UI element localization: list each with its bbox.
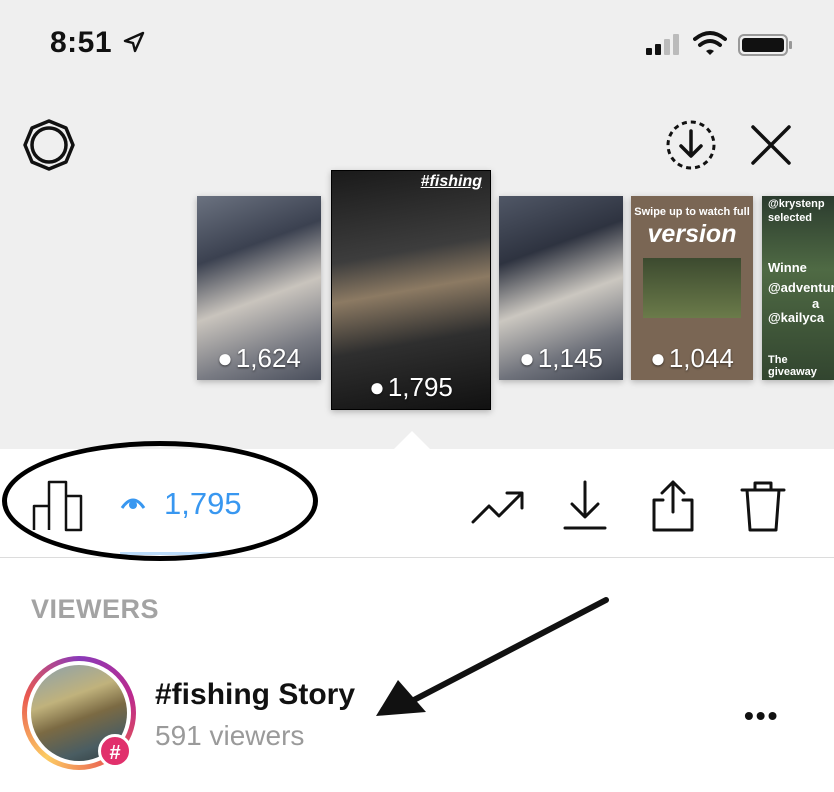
settings-gear-icon[interactable]: [22, 118, 76, 172]
thumbnail-text: a: [812, 296, 820, 311]
thumbnail-views: ● 1,795: [369, 372, 453, 402]
insights-trend-icon[interactable]: [471, 488, 525, 528]
thumbnail-text: Winne: [768, 260, 807, 275]
thumbnail-text: giveaway: [768, 366, 817, 378]
story-title[interactable]: #fishing Story: [155, 678, 355, 712]
story-thumbnail[interactable]: @krystenp selected Winne @adventur a @ka…: [762, 196, 834, 380]
wifi-icon: [693, 31, 727, 55]
close-icon[interactable]: [750, 124, 792, 166]
thumbnail-image: [643, 258, 741, 318]
share-icon[interactable]: [648, 478, 698, 534]
story-thumbnail[interactable]: Swipe up to watch full version ● 1,044: [631, 196, 753, 380]
thumbnail-views: ● 1,145: [519, 343, 603, 373]
thumbnail-text: @krystenp: [768, 198, 825, 210]
story-thumbnail-selected[interactable]: #fishing ● 1,795: [331, 170, 491, 410]
thumbnail-views: ● 1,044: [650, 343, 734, 373]
thumbnail-views: ● 1,624: [217, 343, 301, 373]
story-viewer-count: 591 viewers: [155, 720, 305, 751]
thumbnail-text: @kailyca: [768, 310, 825, 325]
annotation-arrow: [376, 597, 609, 716]
status-time: 8:51: [50, 26, 113, 59]
download-icon[interactable]: [562, 478, 608, 532]
story-thumbnail[interactable]: ● 1,624: [197, 196, 321, 380]
annotation-ellipse: [2, 441, 318, 561]
battery-icon: [738, 34, 792, 56]
viewers-header: VIEWERS: [31, 594, 160, 624]
location-arrow-icon: [123, 31, 145, 53]
story-thumbnail[interactable]: ● 1,145: [499, 196, 623, 380]
cellular-signal-icon: [646, 34, 679, 55]
eye-icon: ●: [217, 343, 233, 373]
eye-icon: ●: [369, 372, 385, 402]
thumbnail-text: selected: [768, 212, 813, 224]
hashtag-badge-icon: #: [98, 734, 132, 768]
thumbnail-hashtag: #fishing: [420, 173, 482, 190]
thumbnail-caption: Swipe up to watch full: [634, 206, 750, 218]
selected-pointer: [393, 431, 431, 450]
more-options-icon[interactable]: •••: [744, 700, 779, 732]
thumbnail-text: The: [768, 354, 788, 366]
download-circle-icon[interactable]: [664, 118, 718, 172]
eye-icon: ●: [650, 343, 666, 373]
thumbnail-text: @adventur: [768, 280, 834, 295]
thumbnail-caption-large: version: [647, 220, 737, 248]
trash-icon[interactable]: [738, 478, 788, 534]
eye-icon: ●: [519, 343, 535, 373]
